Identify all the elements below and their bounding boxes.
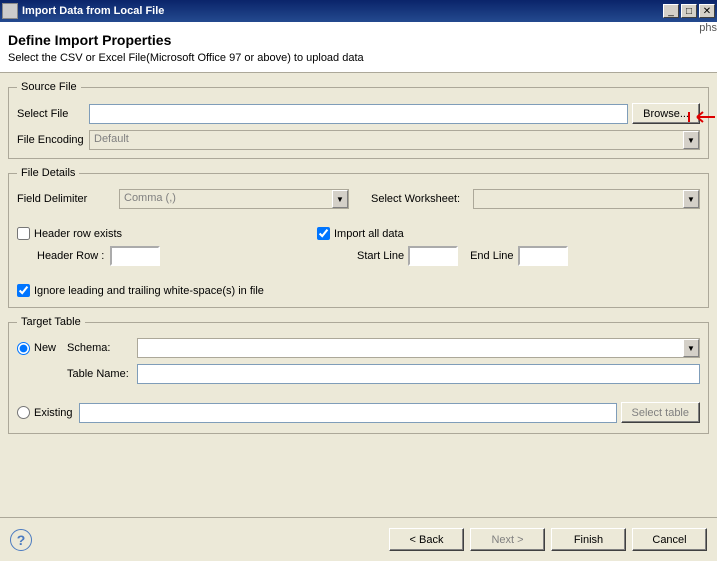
maximize-button[interactable]: □ (681, 4, 697, 18)
existing-radio[interactable] (17, 406, 30, 419)
select-file-input[interactable] (89, 104, 628, 124)
select-table-button: Select table (621, 402, 700, 423)
ignore-whitespace-label: Ignore leading and trailing white-space(… (34, 285, 264, 297)
help-icon[interactable]: ? (10, 529, 32, 551)
start-line-input (408, 246, 458, 266)
window-title: Import Data from Local File (22, 5, 661, 17)
field-delimiter-select[interactable]: Comma (,) (119, 189, 349, 209)
header-row-input (110, 246, 160, 266)
source-file-legend: Source File (17, 81, 81, 93)
schema-select[interactable] (137, 338, 700, 358)
start-line-label: Start Line (357, 250, 404, 262)
target-table-legend: Target Table (17, 316, 85, 328)
ignore-whitespace-check[interactable]: Ignore leading and trailing white-space(… (17, 284, 264, 297)
import-all-data-check[interactable]: Import all data (317, 227, 404, 240)
header-row-exists-label: Header row exists (34, 228, 122, 240)
existing-label: Existing (34, 407, 73, 419)
end-line-input (518, 246, 568, 266)
table-name-label: Table Name: (67, 368, 137, 380)
field-delimiter-value: Comma (,) (124, 192, 176, 204)
wizard-header: Define Import Properties Select the CSV … (0, 22, 717, 73)
chevron-down-icon: ▼ (332, 190, 348, 208)
cropped-text: phs (699, 22, 717, 34)
schema-label: Schema: (67, 342, 137, 354)
app-icon (2, 3, 18, 19)
source-file-group: Source File Select File Browse... File E… (8, 81, 709, 159)
cancel-button[interactable]: Cancel (632, 528, 707, 551)
end-line-label: End Line (470, 250, 513, 262)
page-subtitle: Select the CSV or Excel File(Microsoft O… (8, 52, 709, 64)
chevron-down-icon: ▼ (683, 339, 699, 357)
back-button[interactable]: < Back (389, 528, 464, 551)
file-details-group: File Details Field Delimiter Comma (,) ▼… (8, 167, 709, 308)
file-encoding-label: File Encoding (17, 134, 89, 146)
field-delimiter-label: Field Delimiter (17, 193, 119, 205)
file-encoding-value: Default (94, 133, 129, 145)
import-all-data-label: Import all data (334, 228, 404, 240)
new-label: New (34, 342, 56, 354)
chevron-down-icon: ▼ (683, 131, 699, 149)
existing-table-input (79, 403, 617, 423)
file-details-legend: File Details (17, 167, 79, 179)
select-worksheet-label: Select Worksheet: (371, 193, 473, 205)
new-radio-row[interactable]: New (17, 342, 67, 355)
ignore-whitespace-checkbox[interactable] (17, 284, 30, 297)
page-title: Define Import Properties (8, 32, 709, 48)
close-button[interactable]: ✕ (699, 4, 715, 18)
file-encoding-select[interactable]: Default (89, 130, 700, 150)
chevron-down-icon: ▼ (683, 190, 699, 208)
import-all-data-checkbox[interactable] (317, 227, 330, 240)
finish-button[interactable]: Finish (551, 528, 626, 551)
titlebar: Import Data from Local File _ □ ✕ (0, 0, 717, 22)
table-name-input[interactable] (137, 364, 700, 384)
next-button: Next > (470, 528, 545, 551)
minimize-button[interactable]: _ (663, 4, 679, 18)
browse-button[interactable]: Browse... (632, 103, 700, 124)
header-row-label: Header Row : (37, 250, 104, 262)
new-radio[interactable] (17, 342, 30, 355)
header-row-exists-checkbox[interactable] (17, 227, 30, 240)
header-row-exists-check[interactable]: Header row exists (17, 227, 317, 240)
select-worksheet-select[interactable] (473, 189, 700, 209)
existing-radio-row[interactable]: Existing (17, 406, 79, 419)
target-table-group: Target Table New Schema: ▼ Table Name: E… (8, 316, 709, 434)
select-file-label: Select File (17, 108, 89, 120)
wizard-footer: ? < Back Next > Finish Cancel (0, 517, 717, 561)
